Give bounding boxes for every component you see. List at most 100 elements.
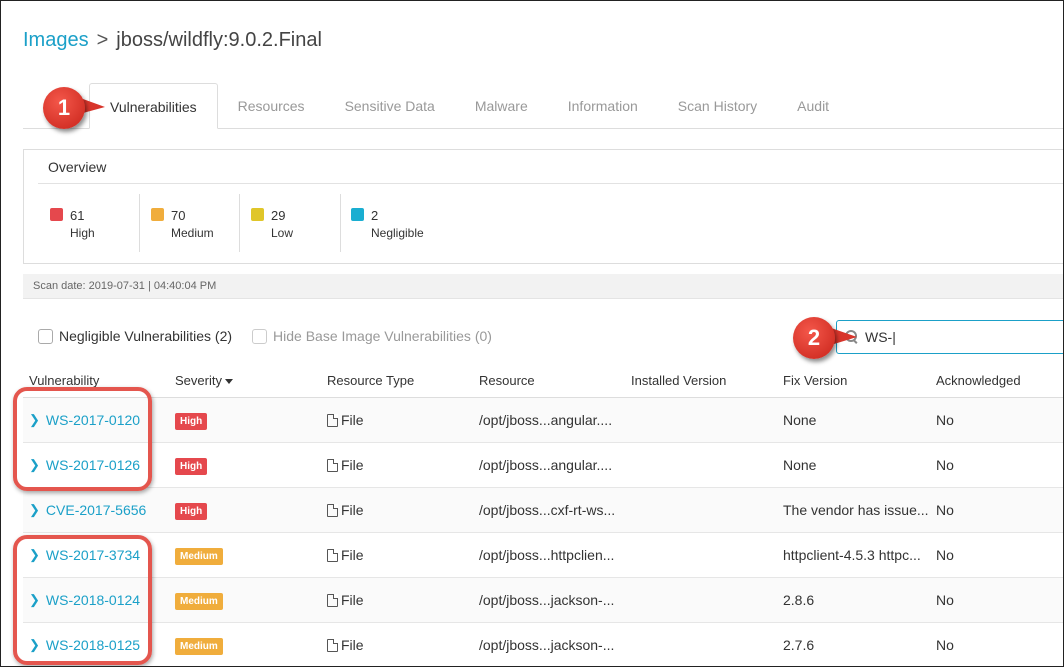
breadcrumb: Images > jboss/wildfly:9.0.2.Final	[23, 29, 322, 52]
resource-type-cell: File	[327, 412, 479, 428]
resource-type-text: File	[341, 502, 364, 518]
sort-down-icon	[224, 379, 233, 385]
table-row[interactable]: ❯ WS-2018-0124 Medium File/opt/jboss...jack…	[23, 578, 1063, 623]
table-header: Vulnerability Severity Resource Type Res…	[23, 364, 1063, 398]
table-row[interactable]: ❯ WS-2018-0125 Medium File/opt/jboss...jack…	[23, 623, 1063, 666]
fix-version-cell: httpclient-4.5.3 httpc...	[783, 547, 921, 563]
acknowledged-cell: No	[936, 592, 954, 608]
fix-version-cell: None	[783, 457, 817, 473]
column-header-vulnerability[interactable]: Vulnerability	[23, 373, 175, 388]
filter-bar: Negligible Vulnerabilities (2) Hide Base…	[38, 328, 492, 344]
resource-cell: /opt/jboss...jackson-...	[479, 592, 615, 608]
negligible-vulnerabilities-label: Negligible Vulnerabilities (2)	[59, 328, 233, 344]
fix-version-cell: 2.8.6	[783, 592, 815, 608]
severity-badge: Medium	[175, 592, 223, 610]
fix-version-cell: None	[783, 412, 817, 428]
resource-type-text: File	[341, 547, 364, 563]
resource-type-cell: File	[327, 547, 479, 563]
callout-badge-1: 1	[43, 87, 85, 129]
file-icon	[327, 548, 338, 562]
file-icon	[327, 413, 338, 427]
scan-date: Scan date: 2019-07-31 | 04:40:04 PM	[23, 274, 1063, 299]
vulnerability-table: Vulnerability Severity Resource Type Res…	[23, 364, 1063, 666]
low-label: Low	[271, 226, 294, 240]
medium-color-square	[151, 208, 164, 221]
acknowledged-cell: No	[936, 637, 954, 653]
fix-version-cell: The vendor has issue...	[783, 502, 929, 518]
overview-panel: Overview 61 High 70 Medium 29 Low 2 Negl…	[23, 149, 1063, 264]
fix-version-cell: 2.7.6	[783, 637, 815, 653]
severity-cell: Medium	[175, 591, 327, 610]
low-count: 29	[271, 208, 286, 223]
file-icon	[327, 458, 338, 472]
callout-badge-2: 2	[793, 317, 835, 359]
vulnerability-link[interactable]: CVE-2017-5656	[46, 502, 146, 518]
severity-cell: High	[175, 456, 327, 475]
resource-type-text: File	[341, 457, 364, 473]
resource-cell: /opt/jboss...httpclien...	[479, 547, 615, 563]
negligible-label: Negligible	[371, 226, 424, 240]
high-label: High	[70, 226, 95, 240]
negligible-count: 2	[371, 208, 379, 223]
severity-badge: High	[175, 457, 208, 475]
file-icon	[327, 503, 338, 517]
acknowledged-cell: No	[936, 547, 954, 563]
checkbox-box[interactable]	[252, 328, 268, 344]
table-row[interactable]: ❯ WS-2017-0120 High File/opt/jboss...angula…	[23, 398, 1063, 443]
resource-type-text: File	[341, 412, 364, 428]
negligible-vulnerabilities-checkbox[interactable]: Negligible Vulnerabilities (2)	[38, 328, 232, 344]
chevron-right-icon[interactable]: ❯	[29, 502, 40, 518]
severity-badge: Medium	[175, 637, 223, 655]
app-frame: Images > jboss/wildfly:9.0.2.Final Vulne…	[0, 0, 1064, 667]
column-header-severity[interactable]: Severity	[175, 373, 327, 388]
medium-label: Medium	[171, 226, 214, 240]
checkbox-box[interactable]	[38, 328, 53, 344]
resource-cell: /opt/jboss...angular....	[479, 412, 613, 428]
severity-header-label: Severity	[175, 373, 222, 388]
resource-type-cell: File	[327, 592, 479, 608]
table-row[interactable]: ❯ WS-2017-0126 High File/opt/jboss...angula…	[23, 443, 1063, 488]
hide-base-image-label: Hide Base Image Vulnerabilities (0)	[273, 328, 492, 344]
acknowledged-cell: No	[936, 412, 954, 428]
resource-type-cell: File	[327, 457, 479, 473]
table-row[interactable]: ❯ CVE-2017-5656 High File/opt/jboss...cxf-r…	[23, 488, 1063, 533]
severity-cell: Medium	[175, 546, 327, 565]
severity-cell: High	[175, 411, 327, 430]
resource-type-text: File	[341, 592, 364, 608]
file-icon	[327, 593, 338, 607]
low-color-square	[251, 208, 264, 221]
page-title: jboss/wildfly:9.0.2.Final	[116, 29, 322, 51]
column-header-resource-type[interactable]: Resource Type	[327, 373, 479, 388]
column-header-installed-version[interactable]: Installed Version	[631, 373, 783, 388]
severity-divider	[340, 194, 341, 252]
resource-cell: /opt/jboss...cxf-rt-ws...	[479, 502, 616, 518]
tab-bar: Vulnerabilities Resources Sensitive Data…	[89, 83, 1063, 129]
severity-divider	[239, 194, 240, 252]
severity-divider	[139, 194, 140, 252]
tab-information[interactable]: Information	[548, 83, 658, 129]
high-color-square	[50, 208, 63, 221]
medium-count: 70	[171, 208, 186, 223]
tab-malware[interactable]: Malware	[455, 83, 548, 129]
tab-audit[interactable]: Audit	[777, 83, 849, 129]
table-row[interactable]: ❯ WS-2017-3734 Medium File/opt/jboss...http…	[23, 533, 1063, 578]
resource-type-text: File	[341, 637, 364, 653]
acknowledged-cell: No	[936, 457, 954, 473]
severity-cell: High	[175, 501, 327, 520]
severity-cell: Medium	[175, 636, 327, 655]
resource-cell: /opt/jboss...angular....	[479, 457, 613, 473]
tab-scan-history[interactable]: Scan History	[658, 83, 777, 129]
search-input[interactable]	[865, 329, 1045, 345]
column-header-acknowledged[interactable]: Acknowledged	[936, 373, 1063, 388]
column-header-fix-version[interactable]: Fix Version	[783, 373, 936, 388]
resource-cell: /opt/jboss...jackson-...	[479, 637, 615, 653]
tab-resources[interactable]: Resources	[218, 83, 325, 129]
hide-base-image-checkbox[interactable]: Hide Base Image Vulnerabilities (0)	[252, 328, 492, 344]
overview-title: Overview	[48, 159, 107, 175]
tab-sensitive-data[interactable]: Sensitive Data	[325, 83, 455, 129]
vulnerability-cell[interactable]: ❯ CVE-2017-5656	[23, 502, 175, 518]
annotation-highlight-box	[13, 387, 152, 491]
column-header-resource[interactable]: Resource	[479, 373, 631, 388]
breadcrumb-images-link[interactable]: Images	[23, 29, 89, 52]
acknowledged-cell: No	[936, 502, 954, 518]
